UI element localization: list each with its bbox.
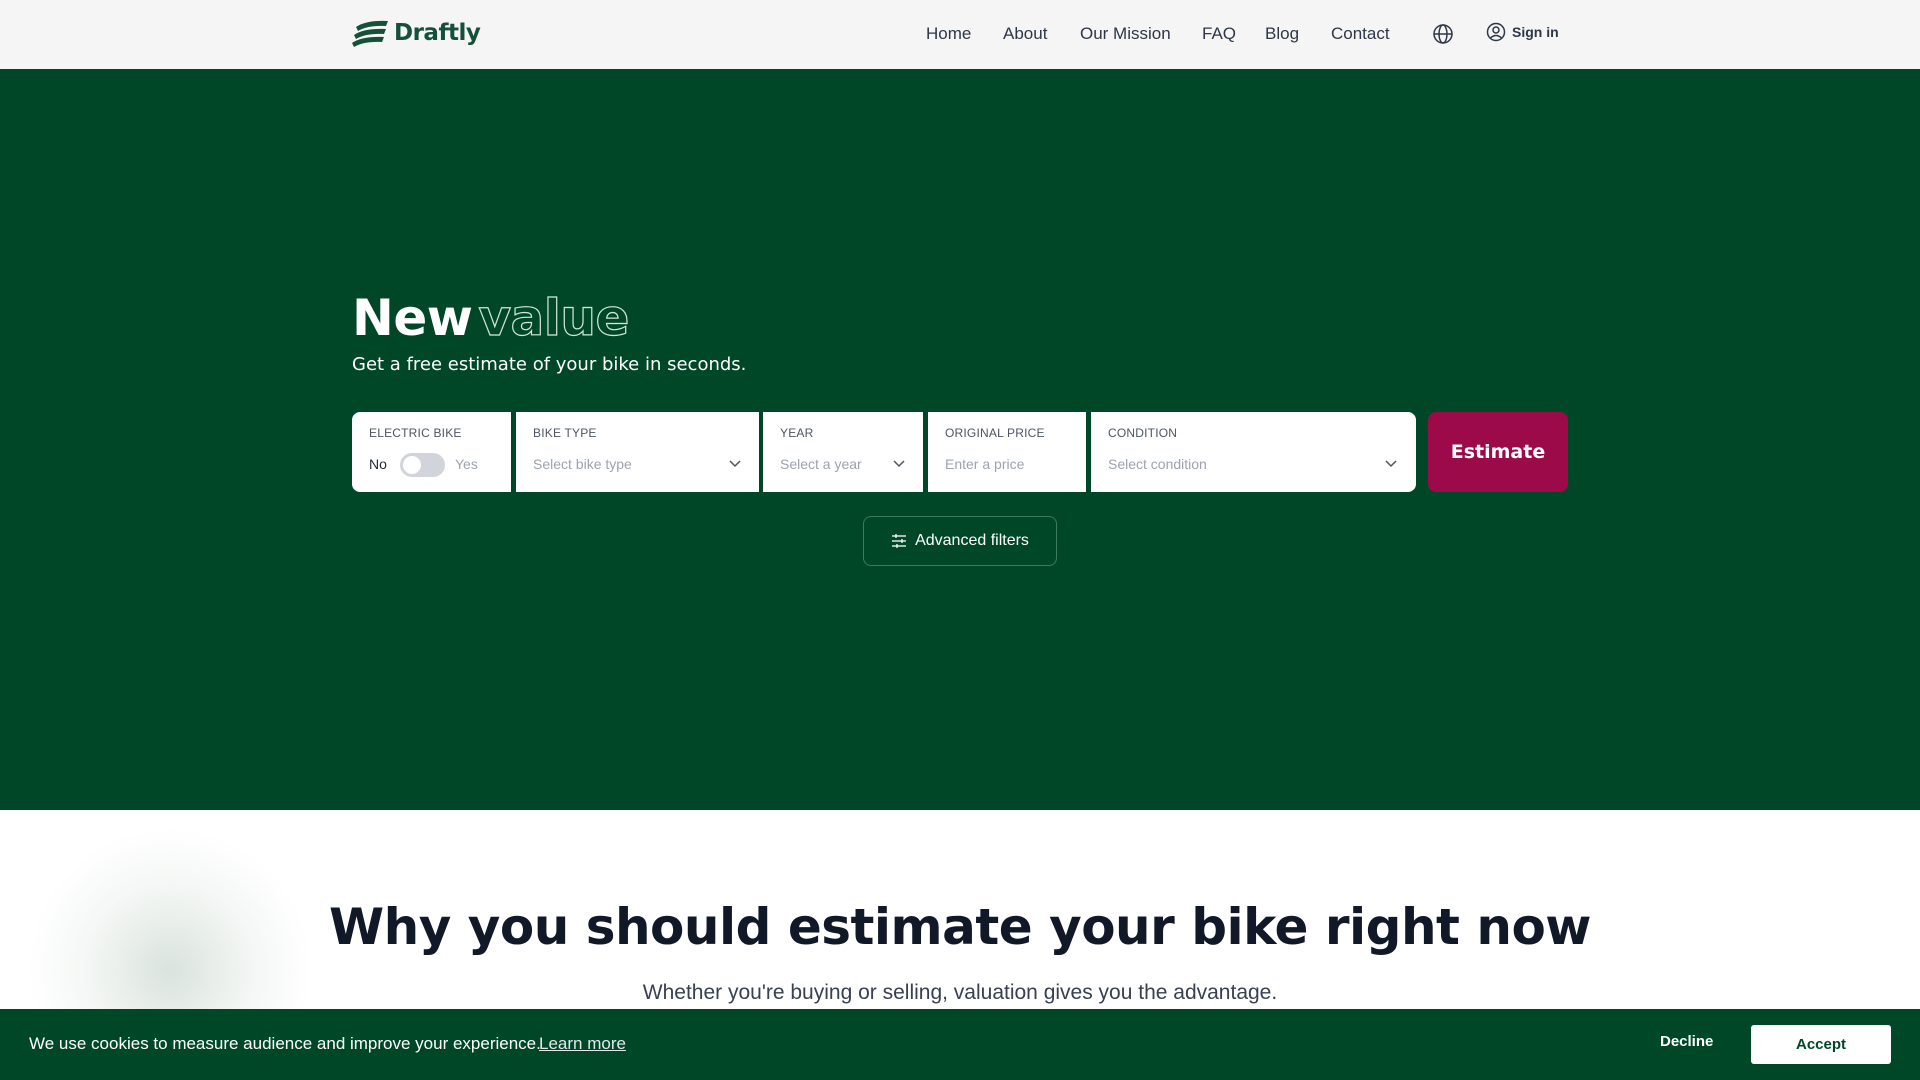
why-subtitle: Whether you're buying or selling, valuat… — [642, 981, 1278, 1004]
nav-blog[interactable]: Blog — [1265, 24, 1299, 44]
condition-select[interactable]: CONDITION Select condition — [1091, 412, 1416, 492]
cookie-banner: We use cookies to measure audience and i… — [0, 1009, 1920, 1080]
electric-bike-field: ELECTRIC BIKE No Yes — [352, 412, 511, 492]
chevron-down-icon — [893, 460, 905, 468]
globe-icon[interactable] — [1432, 23, 1454, 45]
site-header: Draftly Home About Our Mission FAQ Blog … — [0, 0, 1920, 69]
main-nav: Home About Our Mission FAQ Blog Contact — [0, 0, 1920, 69]
chevron-down-icon — [1385, 460, 1397, 468]
sliders-icon — [892, 534, 907, 548]
bike-type-label: BIKE TYPE — [533, 426, 597, 440]
year-select[interactable]: YEAR Select a year — [763, 412, 923, 492]
hero-subtitle: Get a free estimate of your bike in seco… — [352, 354, 747, 375]
original-price-placeholder: Enter a price — [945, 456, 1025, 472]
advanced-filters-label: Advanced filters — [915, 532, 1029, 549]
bike-type-placeholder: Select bike type — [533, 456, 632, 472]
electric-bike-label: ELECTRIC BIKE — [369, 426, 462, 440]
accept-button[interactable]: Accept — [1751, 1025, 1891, 1064]
sign-in-button[interactable]: Sign in — [1486, 22, 1559, 42]
hero-title-outline: value — [478, 288, 630, 347]
year-placeholder: Select a year — [780, 456, 862, 472]
nav-home[interactable]: Home — [926, 24, 971, 44]
nav-about[interactable]: About — [1003, 24, 1047, 44]
condition-placeholder: Select condition — [1108, 456, 1207, 472]
sign-in-label: Sign in — [1512, 24, 1559, 40]
learn-more-link[interactable]: Learn more — [539, 1034, 626, 1054]
why-title: Why you should estimate your bike right … — [329, 898, 1592, 956]
nav-faq[interactable]: FAQ — [1202, 24, 1236, 44]
user-circle-icon — [1486, 22, 1506, 42]
original-price-field[interactable]: ORIGINAL PRICE Enter a price — [928, 412, 1086, 492]
bike-type-select[interactable]: BIKE TYPE Select bike type — [516, 412, 759, 492]
hero-title-solid: New — [352, 289, 473, 347]
nav-our-mission[interactable]: Our Mission — [1080, 24, 1171, 44]
electric-bike-toggle[interactable] — [400, 453, 445, 477]
hero-title: New value — [352, 288, 630, 347]
advanced-filters-button[interactable]: Advanced filters — [863, 516, 1057, 566]
decline-button[interactable]: Decline — [1660, 1033, 1713, 1050]
nav-contact[interactable]: Contact — [1331, 24, 1390, 44]
estimate-button[interactable]: Estimate — [1428, 412, 1568, 492]
toggle-no-label: No — [369, 456, 387, 472]
toggle-knob — [403, 456, 421, 474]
condition-label: CONDITION — [1108, 426, 1178, 440]
hero-section: New value Get a free estimate of your bik… — [0, 69, 1920, 810]
toggle-yes-label: Yes — [455, 456, 478, 472]
original-price-label: ORIGINAL PRICE — [945, 426, 1045, 440]
chevron-down-icon — [729, 460, 741, 468]
cookie-message: We use cookies to measure audience and i… — [29, 1034, 541, 1053]
year-label: YEAR — [780, 426, 814, 440]
